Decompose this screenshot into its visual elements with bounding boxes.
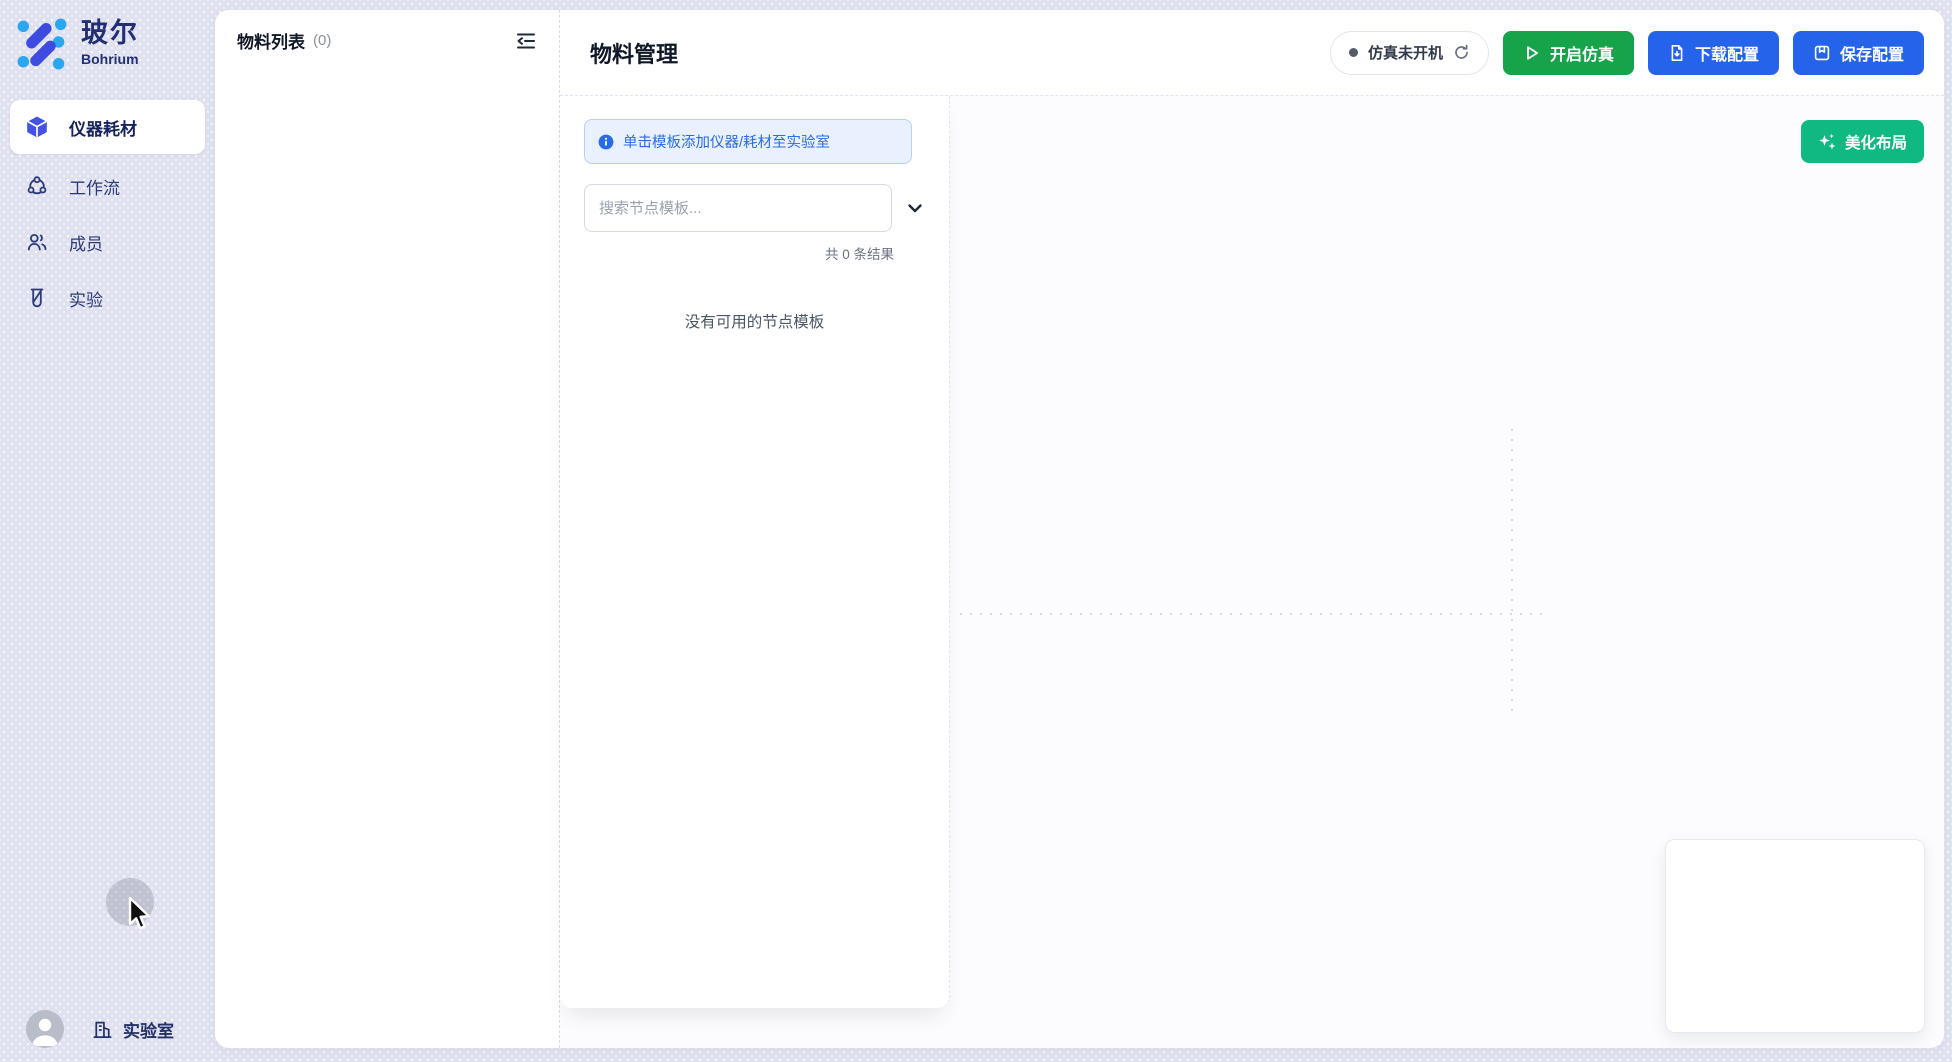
collapse-panel-button[interactable]: [515, 30, 537, 52]
sidebar-item-instruments[interactable]: 仪器耗材: [10, 100, 205, 154]
sidebar-item-experiment[interactable]: 实验: [0, 270, 215, 326]
beautify-layout-label: 美化布局: [1845, 131, 1907, 153]
node-template-palette: 单击模板添加仪器/耗材至实验室 共 0 条结果 没有可用的节点模板: [560, 96, 950, 1008]
avatar[interactable]: [26, 1010, 64, 1048]
status-dot-icon: [1349, 48, 1358, 57]
info-icon: [598, 134, 614, 150]
experiment-icon: [25, 286, 49, 310]
save-config-button[interactable]: 保存配置: [1793, 31, 1924, 75]
sidebar-nav: 仪器耗材 工作流: [0, 100, 215, 326]
app-screen: 玻尔 Bohrium 仪器耗材: [0, 0, 1952, 1062]
result-count: 共 0 条结果: [584, 243, 894, 263]
vertical-guide-line: [1511, 429, 1513, 716]
main-panel: 物料管理 仿真未开机: [560, 10, 1944, 1048]
sidebar-item-label: 实验: [69, 286, 103, 311]
brand-name-en: Bohrium: [81, 51, 139, 67]
flow-canvas[interactable]: 单击模板添加仪器/耗材至实验室 共 0 条结果 没有可用的节点模板: [560, 96, 1944, 1048]
workflow-icon: [25, 174, 49, 198]
download-config-button[interactable]: 下载配置: [1648, 31, 1779, 75]
page-title: 物料管理: [590, 37, 678, 69]
search-input[interactable]: [584, 184, 892, 232]
play-icon: [1523, 44, 1541, 62]
chevron-down-icon[interactable]: [905, 198, 925, 218]
brand-logo: 玻尔 Bohrium: [0, 0, 215, 70]
material-list-panel: 物料列表 (0): [215, 10, 560, 1048]
horizontal-guide-line: [960, 613, 1546, 615]
material-list-title: 物料列表: [237, 28, 305, 53]
content-card: 物料列表 (0) 物料管理 仿真未开机: [215, 10, 1944, 1048]
file-download-icon: [1668, 44, 1686, 62]
lab-switcher[interactable]: 实验室: [91, 1017, 174, 1042]
cube-icon: [25, 115, 49, 139]
building-icon: [91, 1018, 114, 1041]
brand-text: 玻尔 Bohrium: [81, 19, 139, 67]
save-icon: [1813, 44, 1831, 62]
sidebar-item-label: 仪器耗材: [69, 115, 137, 140]
template-search-row: [584, 184, 925, 232]
sparkles-icon: [1818, 132, 1837, 151]
sidebar-item-label: 工作流: [69, 174, 120, 199]
hint-banner: 单击模板添加仪器/耗材至实验室: [584, 119, 912, 164]
refresh-icon[interactable]: [1453, 44, 1470, 61]
save-config-label: 保存配置: [1840, 41, 1904, 65]
page-header: 物料管理 仿真未开机: [560, 10, 1944, 96]
members-icon: [25, 230, 49, 254]
mouse-cursor: [126, 897, 153, 933]
download-config-label: 下载配置: [1695, 41, 1759, 65]
empty-state-text: 没有可用的节点模板: [584, 310, 925, 332]
minimap[interactable]: [1665, 839, 1925, 1033]
start-simulation-button[interactable]: 开启仿真: [1503, 31, 1634, 75]
hint-banner-text: 单击模板添加仪器/耗材至实验室: [623, 131, 830, 152]
status-text: 仿真未开机: [1368, 42, 1443, 63]
material-list-count: (0): [313, 32, 331, 49]
bohrium-logo-icon: [15, 16, 69, 70]
sidebar-item-members[interactable]: 成员: [0, 214, 215, 270]
simulation-status-pill: 仿真未开机: [1330, 31, 1489, 75]
sidebar-footer: 实验室: [0, 1010, 215, 1048]
start-simulation-label: 开启仿真: [1550, 41, 1614, 65]
beautify-layout-button[interactable]: 美化布局: [1801, 120, 1924, 163]
lab-label: 实验室: [123, 1017, 174, 1042]
brand-name-cn: 玻尔: [81, 19, 139, 49]
sidebar-item-label: 成员: [69, 230, 103, 255]
sidebar-item-workflow[interactable]: 工作流: [0, 158, 215, 214]
material-list-header: 物料列表 (0): [237, 28, 537, 53]
